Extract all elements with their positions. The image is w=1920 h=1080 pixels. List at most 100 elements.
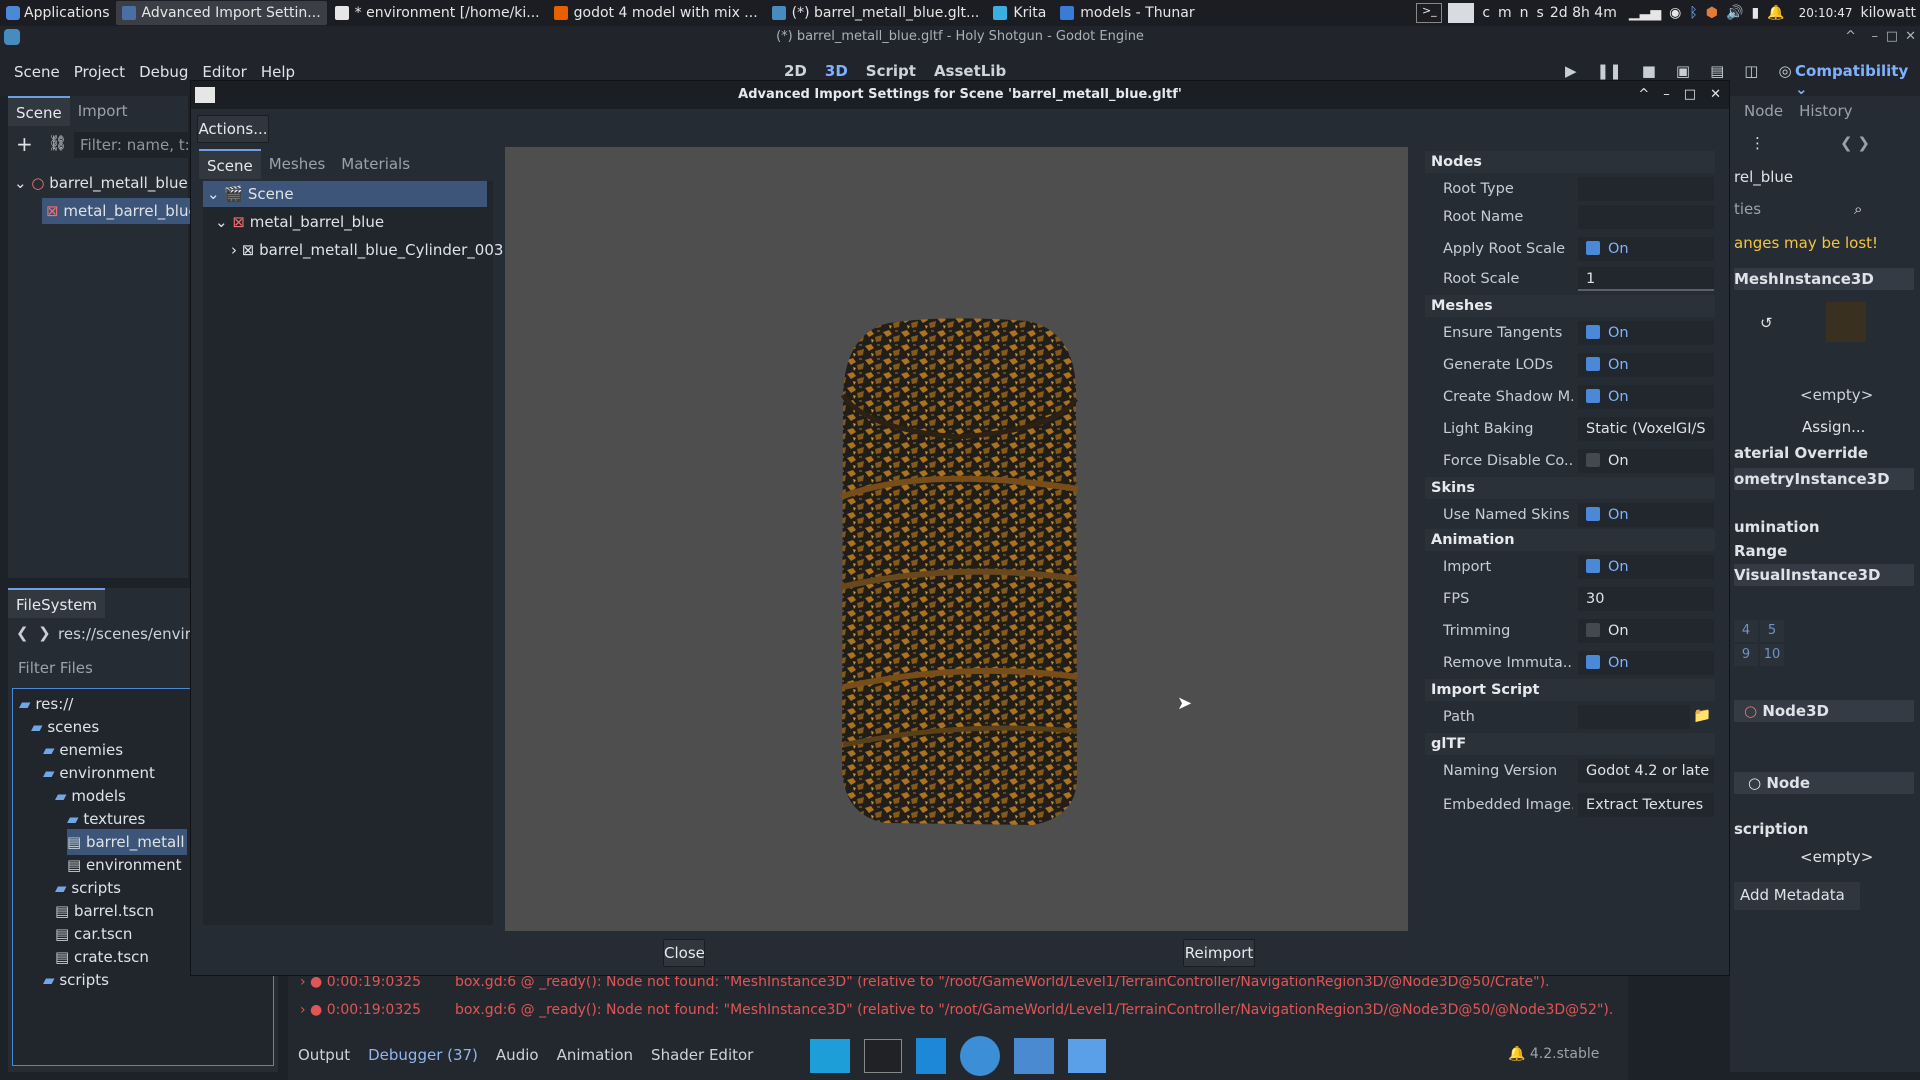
bottom-tab[interactable]: Audio: [496, 1046, 539, 1064]
workspace-script[interactable]: Script: [866, 62, 916, 80]
dialog-shade-icon[interactable]: ^: [1638, 81, 1649, 109]
dialog-minimize-icon[interactable]: –: [1663, 81, 1670, 109]
folder-browse-icon[interactable]: 📁: [1693, 707, 1711, 724]
close-icon[interactable]: ✕: [1905, 26, 1916, 48]
minimize-icon[interactable]: ^: [1845, 26, 1856, 48]
tab-dialog-scene[interactable]: Scene: [199, 149, 261, 179]
tree-item-root[interactable]: ⌄ ○ barrel_metall_blue: [14, 170, 188, 196]
add-metadata-button[interactable]: Add Metadata: [1734, 882, 1860, 910]
tab-scene[interactable]: Scene: [8, 96, 70, 126]
taskbar-task[interactable]: Krita: [987, 1, 1052, 25]
assign-button[interactable]: Assign...: [1802, 418, 1865, 436]
reset-icon[interactable]: ↺: [1760, 314, 1773, 332]
light-baking-select[interactable]: Static (VoxelGI/S: [1578, 417, 1714, 441]
remote-debug-icon[interactable]: ◎: [1778, 62, 1791, 80]
tree-item-mesh[interactable]: ⊠ metal_barrel_blue: [42, 198, 198, 224]
object-name[interactable]: rel_blue: [1734, 168, 1793, 186]
menu-debug[interactable]: Debug: [139, 63, 188, 81]
dialog-tree-mesh-node[interactable]: ⌄ ⊠ metal_barrel_blue: [215, 209, 384, 235]
renderer-select[interactable]: Compatibility ⌄: [1795, 62, 1920, 98]
taskbar-task[interactable]: Advanced Import Settin...: [115, 1, 327, 25]
bluetooth-icon[interactable]: ᛒ: [1689, 5, 1697, 21]
pause-icon[interactable]: ❚❚: [1597, 62, 1622, 80]
root-type-field[interactable]: [1578, 177, 1714, 201]
menu-help[interactable]: Help: [261, 63, 295, 81]
apply-root-scale-checkbox[interactable]: On: [1578, 237, 1714, 261]
tray-indicator[interactable]: n: [1520, 5, 1529, 21]
files-icon[interactable]: [916, 1038, 946, 1074]
battery-icon[interactable]: ▮: [1751, 5, 1759, 21]
fps-spinbox[interactable]: 30: [1578, 587, 1714, 611]
folder-item[interactable]: ▰ scripts: [43, 967, 109, 993]
workspace-assetlib[interactable]: AssetLib: [934, 62, 1006, 80]
tab-dialog-meshes[interactable]: Meshes: [261, 149, 334, 179]
taskbar-task[interactable]: models - Thunar: [1054, 1, 1200, 25]
generate-lods-checkbox[interactable]: On: [1578, 353, 1714, 377]
empty-value-2[interactable]: <empty>: [1800, 848, 1873, 866]
tray-indicator[interactable]: m: [1498, 5, 1512, 21]
workspace-3d[interactable]: 3D: [825, 62, 848, 80]
bottom-tab[interactable]: Animation: [557, 1046, 633, 1064]
link-icon[interactable]: ⛓: [48, 134, 67, 152]
history-nav[interactable]: ❮ ❯: [1840, 134, 1870, 152]
scene-filter-input[interactable]: Filter: name, t:ty: [74, 132, 194, 158]
use-named-skins-checkbox[interactable]: On: [1578, 503, 1714, 527]
close-button[interactable]: Close: [663, 939, 705, 967]
error-line[interactable]: › ● 0:00:19:0325 box.gd:6 @ _ready(): Nod…: [300, 974, 1550, 990]
layer-toggle[interactable]: 5: [1760, 620, 1784, 642]
script-path-field[interactable]: [1578, 705, 1690, 729]
tab-history[interactable]: History: [1791, 96, 1860, 126]
desktop-icon[interactable]: [810, 1039, 850, 1073]
workspace-2d[interactable]: 2D: [784, 62, 807, 80]
bottom-tab[interactable]: Shader Editor: [651, 1046, 753, 1064]
maximize-icon[interactable]: □: [1886, 26, 1898, 48]
shield-icon[interactable]: ⬢: [1706, 5, 1718, 21]
network-icon[interactable]: ▁▃▅: [1629, 5, 1661, 21]
layer-toggle[interactable]: 9: [1734, 644, 1758, 666]
tab-filesystem[interactable]: FileSystem: [8, 588, 106, 618]
menu-scene[interactable]: Scene: [14, 63, 60, 81]
tray-terminal-icon[interactable]: >_: [1416, 3, 1443, 23]
search-app-icon[interactable]: [1014, 1038, 1054, 1074]
embedded-image-select[interactable]: Extract Textures: [1578, 793, 1714, 817]
reimport-button[interactable]: Reimport: [1183, 939, 1255, 967]
tab-import[interactable]: Import: [70, 96, 136, 126]
play-scene-icon[interactable]: ▣: [1676, 62, 1690, 80]
layer-toggle[interactable]: 10: [1760, 644, 1784, 666]
dialog-tree-mesh[interactable]: › ⊠ barrel_metall_blue_Cylinder_003: [231, 237, 503, 263]
root-name-field[interactable]: [1578, 205, 1714, 229]
create-shadow-checkbox[interactable]: On: [1578, 385, 1714, 409]
property-filter-input[interactable]: ties: [1734, 200, 1761, 218]
bell-icon[interactable]: 🔔: [1767, 5, 1784, 21]
terminal-icon[interactable]: [864, 1039, 902, 1073]
dialog-close-icon[interactable]: ✕: [1710, 81, 1721, 109]
remove-immutable-checkbox[interactable]: On: [1578, 651, 1714, 675]
dialog-maximize-icon[interactable]: □: [1684, 81, 1696, 109]
path-field[interactable]: res://scenes/environ: [58, 620, 198, 648]
bottom-tab[interactable]: Output: [298, 1046, 350, 1064]
root-scale-input[interactable]: 1: [1578, 267, 1714, 291]
import-animation-checkbox[interactable]: On: [1578, 555, 1714, 579]
tab-node[interactable]: Node: [1736, 96, 1791, 126]
taskbar-task[interactable]: * environment [/home/ki...: [329, 1, 546, 25]
stop-icon[interactable]: ■: [1642, 62, 1656, 80]
tab-dialog-materials[interactable]: Materials: [333, 149, 418, 179]
layer-toggle[interactable]: 4: [1734, 620, 1758, 642]
browser-icon[interactable]: [960, 1036, 1000, 1076]
dialog-tree-scene[interactable]: ⌄ 🎬 Scene: [203, 181, 487, 207]
restore-icon[interactable]: –: [1872, 26, 1879, 48]
steam-icon[interactable]: ◉: [1669, 5, 1681, 21]
actions-button[interactable]: Actions...: [197, 115, 269, 143]
movie-icon[interactable]: ◫: [1744, 62, 1758, 80]
taskbar-task[interactable]: (*) barrel_metall_blue.glt...: [766, 1, 986, 25]
node-menu-icon[interactable]: ⋮: [1750, 134, 1765, 152]
menu-project[interactable]: Project: [74, 63, 125, 81]
taskbar-task[interactable]: godot 4 model with mix ...: [548, 1, 764, 25]
applications-menu[interactable]: Applications: [0, 0, 116, 26]
pin-icon[interactable]: 🔔: [1508, 1046, 1525, 1062]
add-node-icon[interactable]: +: [16, 132, 33, 156]
empty-value-1[interactable]: <empty>: [1800, 386, 1873, 404]
folder-icon[interactable]: [1068, 1039, 1106, 1073]
forward-icon[interactable]: ❯: [38, 624, 51, 642]
trimming-checkbox[interactable]: On: [1578, 619, 1714, 643]
